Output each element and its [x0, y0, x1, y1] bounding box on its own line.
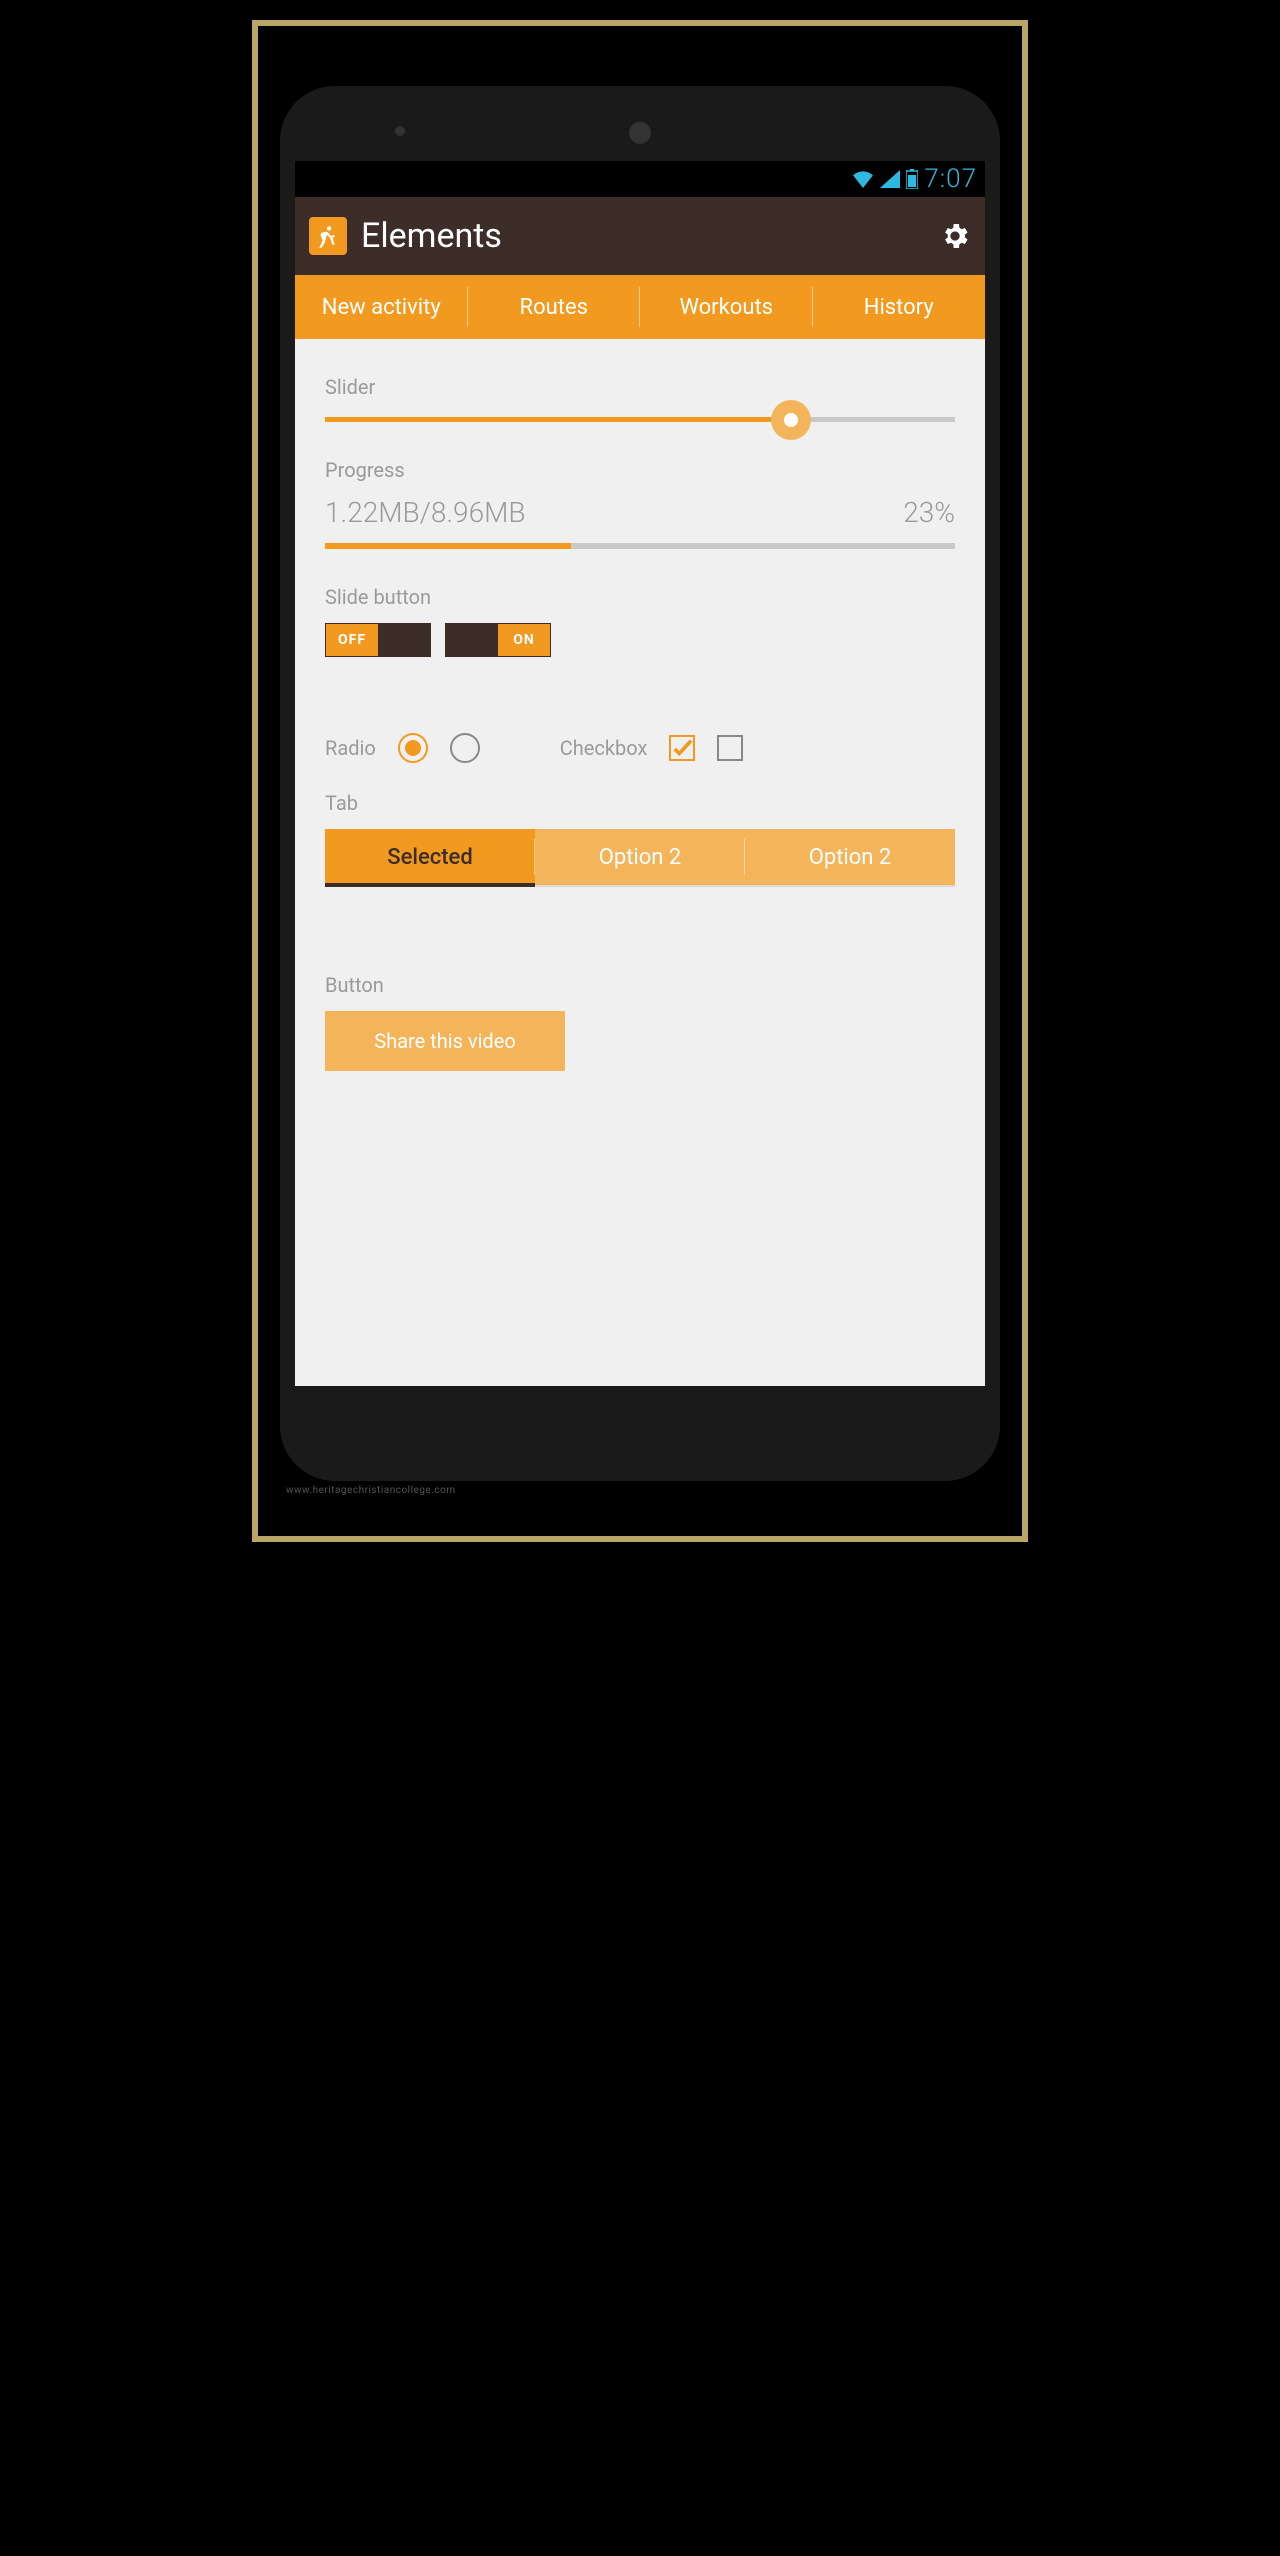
nav-label: History	[864, 295, 934, 320]
tab-row: Selected Option 2 Option 2	[325, 829, 955, 887]
checkbox-label: Checkbox	[560, 736, 648, 760]
slider-section: Slider	[325, 375, 955, 422]
nav-label: Routes	[520, 295, 588, 320]
toggle-on[interactable]: ON	[445, 623, 551, 657]
slider-label: Slider	[325, 375, 955, 399]
progress-percent: 23%	[903, 496, 955, 529]
tab-label: Tab	[325, 791, 955, 815]
button-section: Button Share this video	[325, 973, 955, 1071]
toggle-off[interactable]: OFF	[325, 623, 431, 657]
toggle-on-knob: ON	[498, 624, 550, 656]
progress-label: Progress	[325, 458, 955, 482]
tab-option-2b[interactable]: Option 2	[745, 829, 955, 885]
progress-bar	[325, 543, 955, 549]
status-bar: 7:07	[295, 161, 985, 197]
slider-fill	[325, 417, 791, 422]
button-label: Button	[325, 973, 955, 997]
tab-text: Option 2	[809, 845, 892, 870]
checkbox-1[interactable]	[669, 735, 695, 761]
tab-text: Option 2	[599, 845, 682, 870]
nav-history[interactable]: History	[813, 275, 986, 339]
tab-text: Selected	[387, 845, 473, 870]
progress-section: Progress 1.22MB/8.96MB 23%	[325, 458, 955, 549]
signal-icon	[880, 170, 900, 188]
slide-button-label: Slide button	[325, 585, 955, 609]
app-title: Elements	[361, 216, 925, 256]
radio-1[interactable]	[398, 733, 428, 763]
radio-2[interactable]	[450, 733, 480, 763]
progress-fill	[325, 543, 571, 549]
share-button[interactable]: Share this video	[325, 1011, 565, 1071]
tab-section: Tab Selected Option 2 Option 2	[325, 791, 955, 887]
tab-selected[interactable]: Selected	[325, 829, 535, 885]
nav-new-activity[interactable]: New activity	[295, 275, 468, 339]
status-time: 7:07	[924, 164, 977, 194]
slider-thumb[interactable]	[771, 400, 811, 440]
radio-label: Radio	[325, 736, 376, 760]
nav-workouts[interactable]: Workouts	[640, 275, 813, 339]
screen: 7:07 Elements New activity Routes Workou…	[295, 161, 985, 1386]
watermark: www.heritagechristiancollege.com	[280, 1481, 1000, 1496]
app-icon	[309, 217, 347, 255]
top-nav: New activity Routes Workouts History	[295, 275, 985, 339]
share-button-text: Share this video	[374, 1029, 515, 1053]
app-bar: Elements	[295, 197, 985, 275]
battery-icon	[906, 169, 918, 189]
slider[interactable]	[325, 417, 955, 422]
settings-button[interactable]	[939, 220, 971, 252]
checkbox-2[interactable]	[717, 735, 743, 761]
wifi-icon	[852, 170, 874, 188]
toggle-off-knob: OFF	[326, 624, 378, 656]
nav-routes[interactable]: Routes	[468, 275, 641, 339]
radio-checkbox-row: Radio Checkbox	[325, 733, 955, 763]
tab-option-2a[interactable]: Option 2	[535, 829, 745, 885]
progress-text: 1.22MB/8.96MB	[325, 496, 526, 529]
slide-button-section: Slide button OFF ON	[325, 585, 955, 657]
nav-label: New activity	[322, 295, 441, 320]
nav-label: Workouts	[679, 295, 773, 320]
